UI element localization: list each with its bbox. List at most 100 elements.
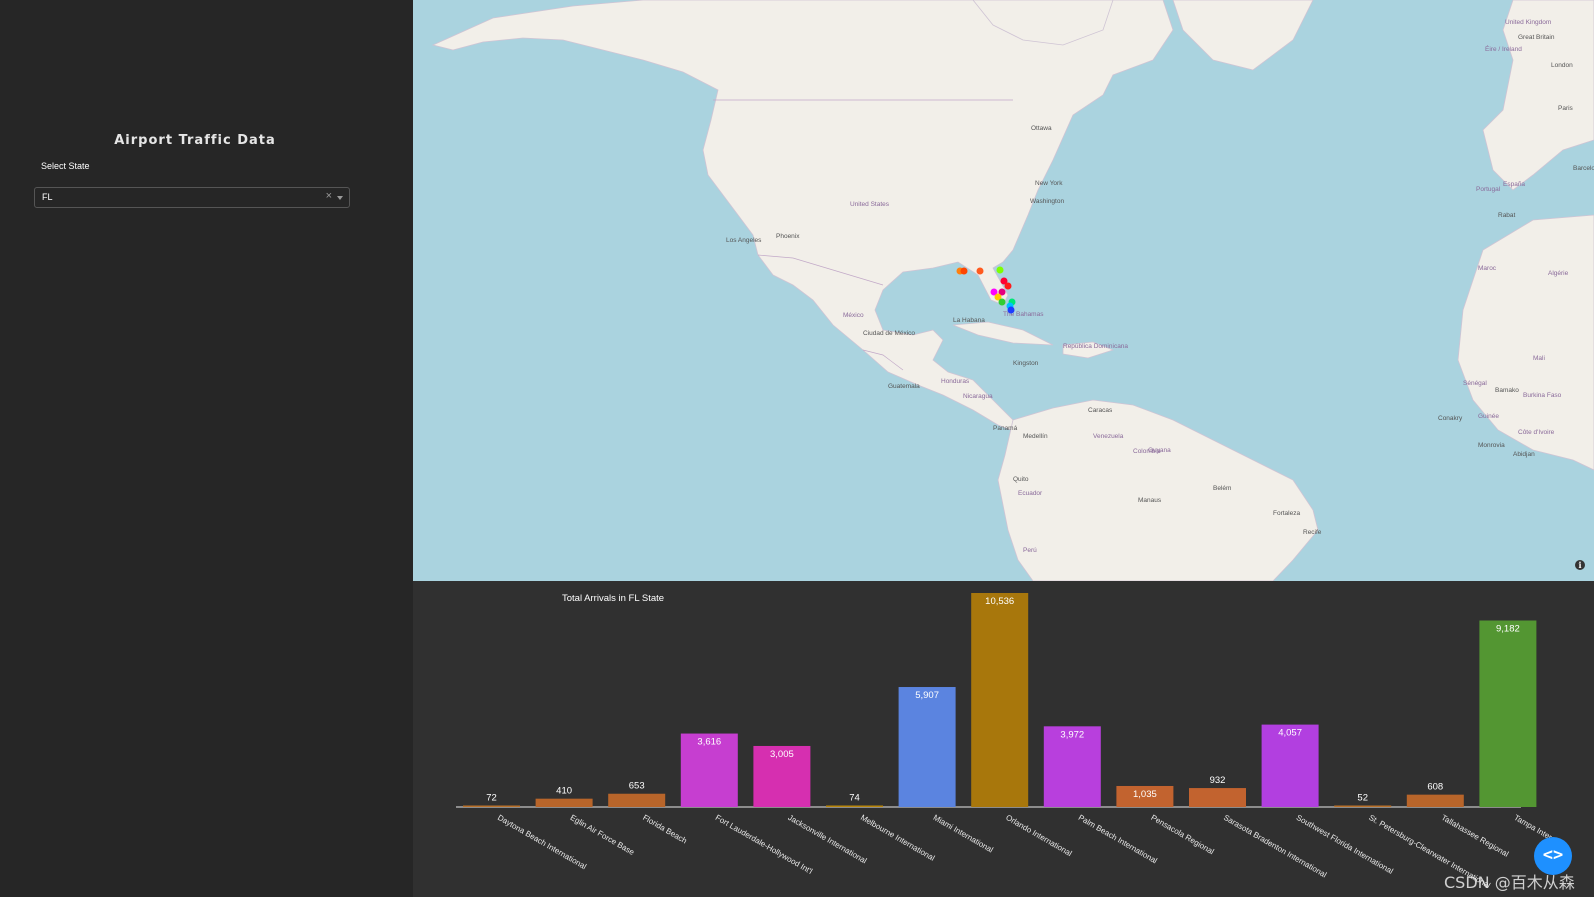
sidebar: Airport Traffic Data Select State FL ×	[0, 0, 413, 897]
bar-value-label: 52	[1357, 793, 1368, 804]
map-label: República Dominicana	[1063, 343, 1128, 350]
bar-value-label: 3,616	[697, 737, 721, 748]
map-label: México	[843, 312, 864, 319]
map-label: Conakry	[1438, 415, 1463, 422]
map-label: La Habana	[953, 317, 985, 324]
airport-marker[interactable]	[976, 267, 984, 275]
map-label: Fortaleza	[1273, 510, 1300, 517]
x-tick-label: Tallahassee Regional	[1440, 813, 1511, 859]
x-tick-labels: Daytona Beach InternationalEglin Air For…	[496, 813, 1554, 890]
airport-marker[interactable]	[1007, 306, 1015, 314]
bar-value-label: 410	[556, 786, 572, 797]
app-title: Airport Traffic Data	[114, 133, 276, 148]
bar[interactable]	[971, 593, 1029, 807]
bar-value-label: 653	[629, 781, 645, 792]
bar-value-label: 5,907	[915, 690, 939, 701]
map-label: Maroc	[1478, 265, 1497, 272]
map-label: Mali	[1533, 355, 1545, 362]
south-america	[997, 399, 1319, 581]
bar-value-label: 72	[486, 793, 497, 804]
bar[interactable]	[1479, 620, 1537, 807]
greenland	[1172, 0, 1314, 71]
map-label: Nicaragua	[963, 393, 993, 400]
map-label: Phoenix	[776, 233, 800, 240]
x-tick-label: Eglin Air Force Base	[569, 813, 637, 857]
bar-value-label: 4,057	[1278, 728, 1302, 739]
map-label: Bamako	[1495, 387, 1519, 394]
bar-value-label: 10,536	[985, 596, 1014, 607]
chart-panel: 72 410 653 3,616 3,005 74 5,907 10,536 3,972 1,03…	[413, 581, 1594, 897]
bar-value-label: 932	[1210, 775, 1226, 786]
map-label: Quito	[1013, 476, 1029, 483]
map-label: Manaus	[1138, 497, 1162, 504]
landmasses	[431, 0, 1594, 581]
map-label: Rabat	[1498, 212, 1516, 219]
bar-value-label: 74	[849, 792, 860, 803]
bar-value-label: 1,035	[1133, 789, 1157, 800]
airport-marker[interactable]	[996, 266, 1004, 274]
cuba	[952, 321, 1054, 346]
bar[interactable]	[463, 805, 520, 808]
x-tick-label: Melbourne International	[859, 813, 936, 863]
state-dropdown[interactable]: FL ×	[34, 187, 350, 208]
map-panel[interactable]: United Kingdom Great Britain Éire / Irelan…	[413, 0, 1594, 581]
map-label: Guinée	[1478, 413, 1499, 420]
map-label: Honduras	[941, 378, 970, 385]
map-label: Recife	[1303, 529, 1322, 536]
info-icon[interactable]: i	[1575, 560, 1585, 570]
map-label: Kingston	[1013, 360, 1039, 367]
bars	[463, 593, 1537, 808]
map-label: Great Britain	[1518, 34, 1555, 41]
bar-value-label: 3,972	[1060, 729, 1084, 740]
bar-value-label: 3,005	[770, 749, 794, 760]
bar[interactable]	[535, 798, 593, 807]
map-label: Perú	[1023, 547, 1037, 554]
map-label: United States	[850, 201, 890, 208]
x-tick-label: Miami International	[932, 813, 995, 855]
map-label: Ottawa	[1031, 125, 1052, 132]
bar[interactable]	[1189, 788, 1246, 807]
bar-value-label: 608	[1427, 782, 1443, 793]
map-label: Algérie	[1548, 270, 1569, 277]
map-label: Barcelona	[1573, 165, 1594, 172]
bar[interactable]	[1406, 794, 1464, 807]
airport-marker[interactable]	[1004, 282, 1012, 290]
europe	[1482, 0, 1594, 191]
map-label: United Kingdom	[1505, 19, 1551, 26]
bar[interactable]	[826, 805, 883, 807]
clear-icon[interactable]: ×	[326, 190, 332, 202]
bar[interactable]	[608, 793, 666, 807]
chevron-down-icon[interactable]	[337, 196, 343, 200]
x-tick-label: Jacksonville International	[786, 813, 868, 866]
map-label: Ciudad de México	[863, 330, 915, 337]
airport-marker[interactable]	[960, 267, 968, 275]
map-label: Guatemala	[888, 383, 920, 390]
x-tick-label: Orlando International	[1004, 813, 1073, 858]
map-label: Los Angeles	[726, 237, 762, 244]
x-tick-label: Pensacola Regional	[1149, 813, 1215, 856]
map-label: Medellín	[1023, 433, 1048, 440]
x-tick-label: Palm Beach International	[1077, 813, 1159, 866]
map-label: Sénégal	[1463, 380, 1487, 387]
map-label: Abidjan	[1513, 451, 1535, 458]
bar-value-label: 9,182	[1496, 624, 1520, 635]
map-label: Éire / Ireland	[1485, 44, 1522, 53]
state-dropdown-value: FL	[42, 192, 53, 202]
map-label: Burkina Faso	[1523, 392, 1562, 399]
map-label: Washington	[1030, 198, 1064, 205]
map-label: Côte d'Ivoire	[1518, 429, 1555, 436]
bar[interactable]	[1334, 805, 1392, 808]
select-state-label: Select State	[41, 161, 90, 171]
map-label: Belém	[1213, 485, 1231, 492]
airport-marker[interactable]	[998, 298, 1006, 306]
north-america	[431, 0, 1174, 431]
map-label: Paris	[1558, 105, 1574, 112]
bar-chart: 72 410 653 3,616 3,005 74 5,907 10,536 3,972 1,03…	[456, 593, 1554, 890]
map-label: Caracas	[1088, 407, 1113, 414]
map-label: Ecuador	[1018, 490, 1043, 497]
map-label: Venezuela	[1093, 433, 1124, 440]
map-canvas[interactable]: United Kingdom Great Britain Éire / Irelan…	[413, 0, 1594, 581]
bar[interactable]	[898, 687, 956, 807]
chart-title: Total Arrivals in FL State	[562, 593, 665, 604]
map-label: London	[1551, 62, 1573, 69]
